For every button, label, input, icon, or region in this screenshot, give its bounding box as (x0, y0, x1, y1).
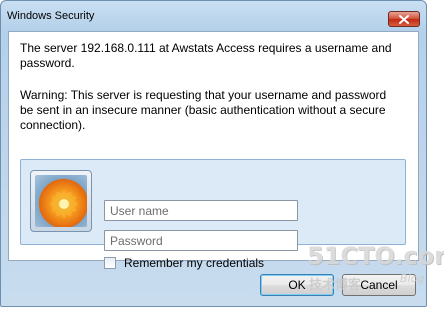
site-watermark: 51CTO.com 技术博客 Blog (307, 242, 444, 302)
remember-label[interactable]: Remember my credentials (124, 256, 264, 270)
dialog-content: The server 192.168.0.111 at Awstats Acce… (8, 31, 419, 270)
title-bar[interactable]: Windows Security (1, 1, 426, 31)
close-button[interactable] (388, 11, 420, 27)
remember-credentials[interactable]: Remember my credentials (104, 256, 264, 270)
credential-panel: Remember my credentials (20, 159, 406, 270)
user-tile-icon (30, 170, 92, 232)
flower-picture (35, 175, 87, 227)
watermark-sub: 技术博客 (309, 278, 362, 293)
password-field[interactable] (104, 230, 298, 251)
watermark-main: 51CTO.com (307, 242, 444, 270)
username-field[interactable] (104, 200, 298, 221)
remember-checkbox[interactable] (104, 257, 116, 269)
close-icon (399, 15, 409, 24)
watermark-blog: Blog (400, 272, 425, 285)
window-title: Windows Security (7, 10, 95, 22)
server-message: The server 192.168.0.111 at Awstats Acce… (20, 41, 392, 70)
insecure-warning: Warning: This server is requesting that … (20, 88, 387, 132)
